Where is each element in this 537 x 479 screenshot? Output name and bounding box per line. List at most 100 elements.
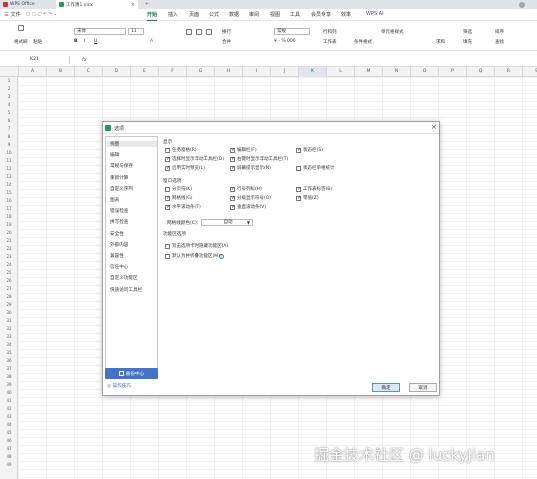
- merge-button[interactable]: 合并: [222, 39, 231, 45]
- row-header-34[interactable]: 34: [0, 341, 18, 349]
- option-checkbox[interactable]: 屏幕提示显示(N): [230, 165, 271, 171]
- column-header-n[interactable]: N: [382, 67, 410, 77]
- paste-icon[interactable]: [18, 25, 24, 31]
- sidebar-item-7[interactable]: 拼写检查: [110, 219, 128, 225]
- currency-buttons[interactable]: ¥ - % 000: [274, 39, 296, 44]
- sum-button[interactable]: 求和: [436, 39, 445, 45]
- column-header-r[interactable]: R: [494, 67, 522, 77]
- checkbox-icon[interactable]: [230, 165, 236, 171]
- row-header-45[interactable]: 45: [0, 429, 18, 437]
- close-icon[interactable]: ×: [431, 123, 437, 131]
- tips-link[interactable]: ◎ 操作技巧: [107, 383, 131, 389]
- sidebar-item-11[interactable]: 信任中心: [110, 264, 128, 270]
- menu-review[interactable]: 审阅: [249, 11, 259, 18]
- option-checkbox[interactable]: 右键时显示浮动工具栏(T): [230, 156, 288, 162]
- menu-insert[interactable]: 插入: [168, 11, 178, 18]
- fx-icon[interactable]: fx: [82, 57, 87, 63]
- italic-button[interactable]: I: [84, 39, 85, 44]
- checkbox-icon[interactable]: [296, 186, 302, 192]
- wrap-button[interactable]: 换行: [222, 29, 231, 35]
- option-checkbox[interactable]: 选择时显示浮动工具栏(D): [165, 156, 224, 162]
- row-header-31[interactable]: 31: [0, 317, 18, 325]
- option-checkbox[interactable]: 默认为并折叠功能区(M): [165, 253, 220, 259]
- quick-access-icons[interactable]: ▢ ▢ ▢ ↶ ↷ ⌄: [26, 12, 57, 17]
- row-header-38[interactable]: 38: [0, 373, 18, 381]
- column-header-i[interactable]: I: [242, 67, 270, 77]
- sidebar-item-4[interactable]: 自定义序列: [110, 186, 133, 192]
- row-header-36[interactable]: 36: [0, 357, 18, 365]
- row-header-35[interactable]: 35: [0, 349, 18, 357]
- row-header-23[interactable]: 23: [0, 253, 18, 261]
- checkbox-icon[interactable]: [230, 204, 236, 210]
- column-header-j[interactable]: J: [270, 67, 298, 77]
- row-header-39[interactable]: 39: [0, 381, 18, 389]
- option-checkbox[interactable]: 任务窗格(R): [165, 147, 197, 153]
- sheet-button[interactable]: 工作表: [323, 39, 337, 45]
- formula-input[interactable]: [94, 56, 534, 64]
- row-header-32[interactable]: 32: [0, 325, 18, 333]
- option-checkbox[interactable]: 行号列标(H): [230, 186, 262, 192]
- column-header-m[interactable]: M: [354, 67, 382, 77]
- column-header-a[interactable]: A: [18, 67, 46, 77]
- row-header-6[interactable]: 6: [0, 117, 18, 125]
- sidebar-item-10[interactable]: 兼容性: [110, 253, 124, 259]
- sort-button[interactable]: 排序: [495, 29, 504, 35]
- checkbox-icon[interactable]: [165, 243, 170, 249]
- menu-data[interactable]: 数据: [229, 11, 239, 18]
- option-checkbox[interactable]: 零值(Z): [296, 195, 319, 201]
- menu-efficiency[interactable]: 效率: [341, 11, 351, 18]
- find-button[interactable]: 查找: [495, 39, 504, 45]
- row-header-7[interactable]: 7: [0, 125, 18, 133]
- align-top-icon[interactable]: [186, 29, 192, 35]
- checkbox-icon[interactable]: [296, 147, 302, 153]
- column-header-d[interactable]: D: [102, 67, 130, 77]
- option-checkbox[interactable]: 状态栏单格统计: [296, 165, 335, 171]
- option-checkbox[interactable]: 水平滚动条(T): [165, 204, 201, 210]
- column-header-p[interactable]: P: [438, 67, 466, 77]
- sidebar-item-12[interactable]: 自定义功能区: [110, 275, 138, 281]
- ok-button[interactable]: 确定: [372, 383, 400, 392]
- row-header-2[interactable]: 2: [0, 85, 18, 93]
- option-checkbox[interactable]: 启用实时预览(L): [165, 165, 205, 171]
- option-checkbox[interactable]: 垂直滚动条(V): [230, 204, 266, 210]
- underline-button[interactable]: U: [94, 39, 97, 44]
- menu-wps-ai[interactable]: WPS AI: [366, 11, 384, 17]
- menu-page[interactable]: 页面: [189, 11, 199, 18]
- checkbox-icon[interactable]: [230, 147, 236, 153]
- option-checkbox[interactable]: 编辑栏(F): [230, 147, 257, 153]
- sidebar-item-1[interactable]: 编辑: [110, 152, 119, 158]
- row-header-20[interactable]: 20: [0, 229, 18, 237]
- conditional-format-button[interactable]: 条件格式: [354, 39, 372, 45]
- row-header-11[interactable]: 11: [0, 157, 18, 165]
- column-header-c[interactable]: C: [74, 67, 102, 77]
- sidebar-item-6[interactable]: 错误检查: [110, 208, 128, 214]
- sidebar-item-3[interactable]: 重新计算: [110, 175, 128, 181]
- fill-button[interactable]: 填充: [463, 39, 472, 45]
- row-header-17[interactable]: 17: [0, 205, 18, 213]
- font-color-button[interactable]: A: [150, 39, 153, 44]
- menu-view[interactable]: 视图: [270, 11, 280, 18]
- align-middle-icon[interactable]: [196, 29, 202, 35]
- conditional-button[interactable]: 行和列: [323, 29, 337, 35]
- bold-button[interactable]: B: [74, 39, 77, 44]
- row-header-47[interactable]: 47: [0, 445, 18, 453]
- cell-style-button[interactable]: 单元格样式: [381, 29, 404, 35]
- grid-color-select[interactable]: 自动 ▼: [201, 219, 253, 226]
- checkbox-icon[interactable]: [165, 253, 170, 259]
- tab-workbook[interactable]: 工作簿1.xlsx ×: [56, 0, 138, 9]
- row-header-16[interactable]: 16: [0, 197, 18, 205]
- sidebar-item-5[interactable]: 图表: [110, 197, 119, 203]
- sidebar-item-9[interactable]: 外部内容: [110, 242, 128, 248]
- format-painter-button[interactable]: 格式刷: [14, 39, 28, 45]
- row-header-5[interactable]: 5: [0, 109, 18, 117]
- option-checkbox[interactable]: 网格线(G): [165, 195, 193, 201]
- checkbox-icon[interactable]: [296, 195, 302, 201]
- row-header-30[interactable]: 30: [0, 309, 18, 317]
- row-header-3[interactable]: 3: [0, 93, 18, 101]
- row-header-37[interactable]: 37: [0, 365, 18, 373]
- column-header-k[interactable]: K: [298, 67, 326, 77]
- window-avatar-icon[interactable]: [516, 0, 528, 9]
- row-header-15[interactable]: 15: [0, 189, 18, 197]
- column-header-h[interactable]: H: [214, 67, 242, 77]
- row-header-21[interactable]: 21: [0, 237, 18, 245]
